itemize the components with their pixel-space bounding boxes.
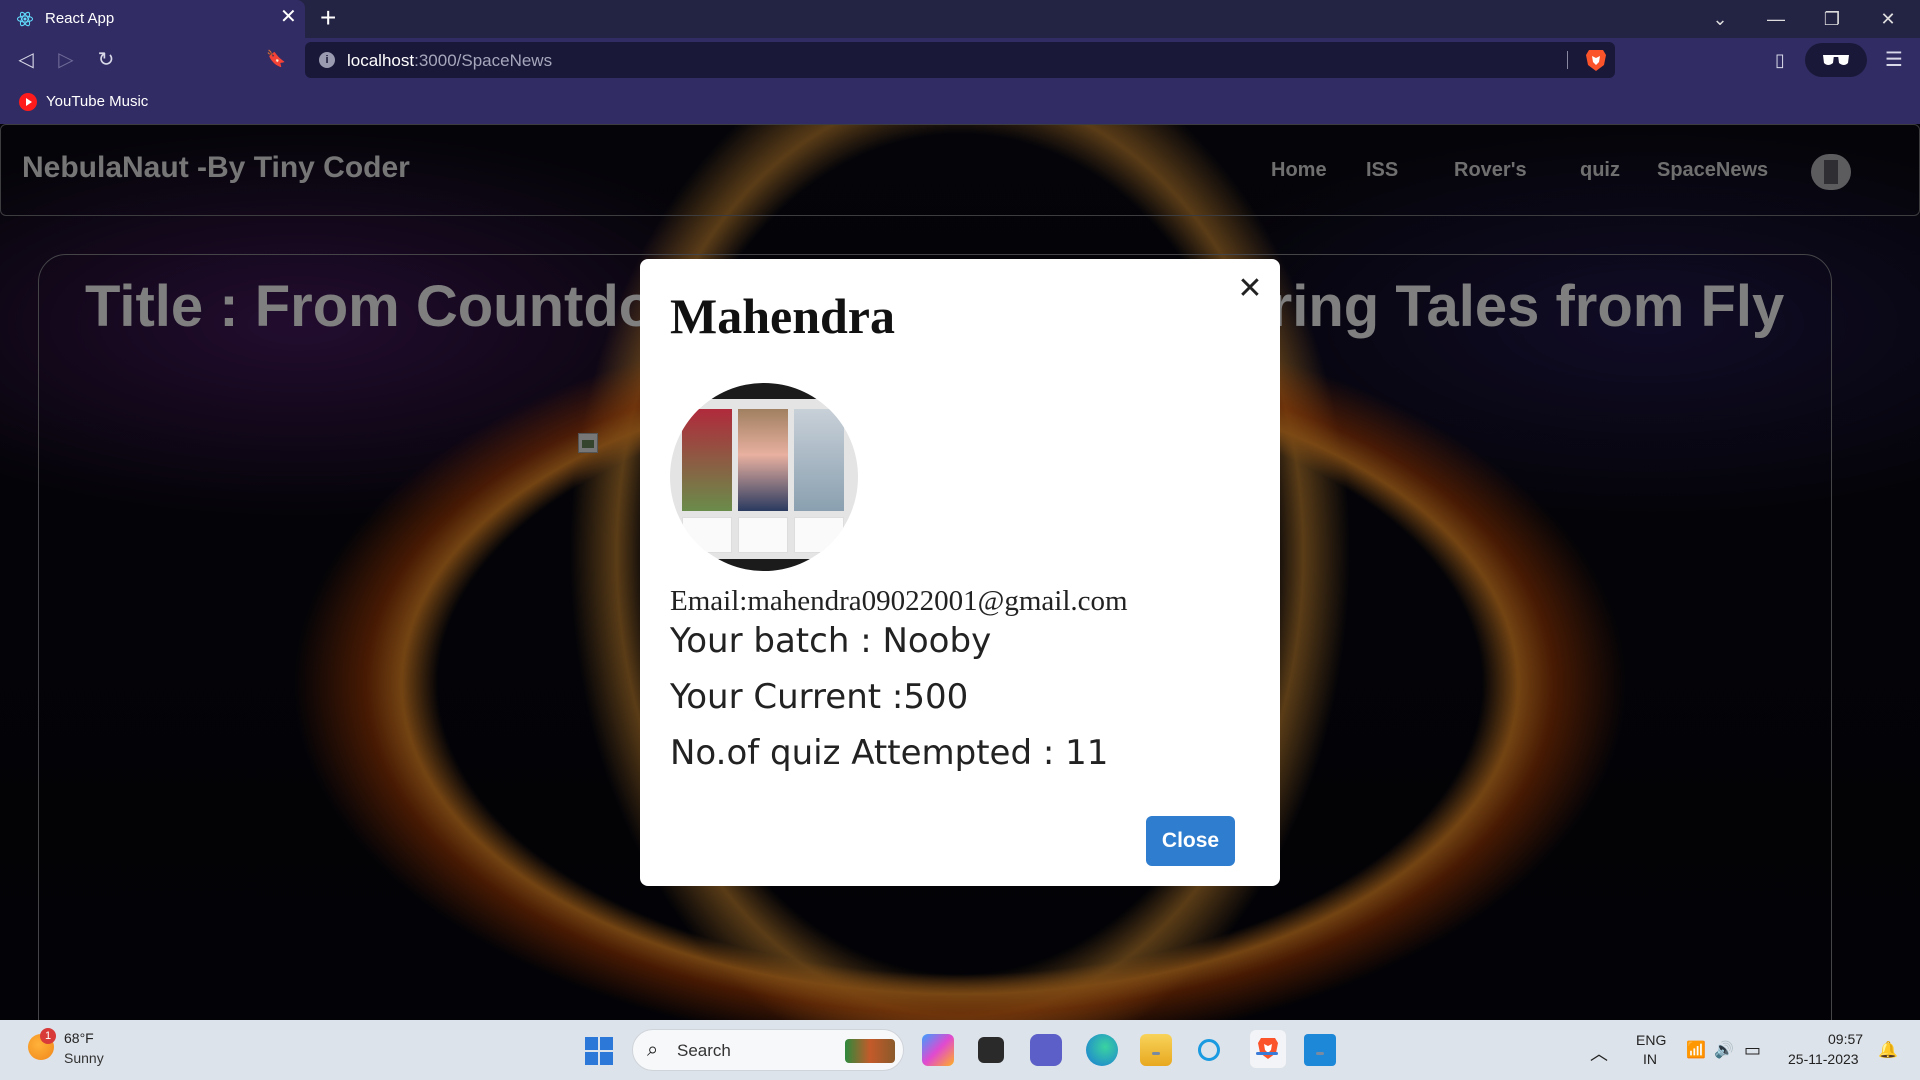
search-highlight-icon <box>845 1039 895 1063</box>
windows-taskbar: 1 68°F Sunny ⌕ Search ︿ ENG IN 📶 🔊 ▭ 09:… <box>0 1020 1920 1080</box>
profile-picture <box>670 383 858 571</box>
forward-icon[interactable]: ▷ <box>52 46 80 74</box>
youtube-music-icon <box>19 93 37 111</box>
browser-tab[interactable]: React App ✕ <box>0 0 305 38</box>
notification-icon[interactable]: 🔔 <box>1878 1040 1898 1060</box>
browser-toolbar: ◁ ▷ ↻ 🔖 i localhost:3000/SpaceNews ▯ ☰ <box>0 38 1920 82</box>
reload-icon[interactable]: ↻ <box>92 46 120 74</box>
tab-close-icon[interactable]: ✕ <box>280 7 297 27</box>
maximize-button[interactable]: ❐ <box>1804 0 1860 38</box>
copilot-icon[interactable] <box>922 1034 954 1066</box>
wifi-icon[interactable]: 📶 <box>1686 1040 1706 1060</box>
vscode-running-indicator <box>1316 1052 1324 1055</box>
brave-icon[interactable] <box>1585 48 1607 72</box>
explorer-running-indicator <box>1152 1052 1160 1055</box>
windows-icon[interactable] <box>585 1037 613 1065</box>
react-icon <box>16 11 34 27</box>
url-text: localhost:3000/SpaceNews <box>347 51 552 71</box>
file-explorer-icon[interactable] <box>1140 1034 1172 1066</box>
teams-icon[interactable] <box>1030 1034 1062 1066</box>
profile-picture-topbar <box>670 383 858 399</box>
cortana-icon[interactable] <box>1198 1039 1220 1061</box>
profile-picture-caption <box>682 517 732 553</box>
battery-icon[interactable]: ▭ <box>1744 1040 1761 1061</box>
profile-picture-panel <box>794 409 844 511</box>
tab-title: React App <box>45 10 115 27</box>
user-current-score: Your Current :500 <box>670 677 969 717</box>
bookmark-icon[interactable]: 🔖 <box>262 46 290 74</box>
profile-picture-caption <box>794 517 844 553</box>
menu-icon[interactable]: ☰ <box>1880 46 1908 74</box>
back-icon[interactable]: ◁ <box>12 46 40 74</box>
profile-picture-caption <box>738 517 788 553</box>
profile-picture-panel <box>682 409 732 511</box>
user-batch: Your batch : Nooby <box>670 621 992 661</box>
edge-icon[interactable] <box>1086 1034 1118 1066</box>
search-icon: ⌕ <box>647 1039 659 1061</box>
bookmarks-bar: YouTube Music <box>0 82 1920 124</box>
weather-badge: 1 <box>40 1028 56 1044</box>
brave-taskbar-icon <box>1258 1038 1278 1059</box>
search-label: Search <box>677 1041 731 1060</box>
brave-active-indicator <box>1256 1052 1278 1055</box>
language-bottom[interactable]: IN <box>1643 1051 1657 1067</box>
url-path: :3000/SpaceNews <box>414 51 553 70</box>
minimize-button[interactable]: — <box>1748 0 1804 38</box>
browser-tab-bar: React App ✕ + ⌄ — ❐ ✕ <box>0 0 1920 38</box>
volume-icon[interactable]: 🔊 <box>1714 1040 1734 1060</box>
task-view-icon[interactable] <box>978 1037 1004 1063</box>
glasses-icon <box>1823 55 1849 65</box>
site-info-icon[interactable]: i <box>319 52 335 68</box>
modal-user-name: Mahendra <box>670 288 895 344</box>
user-quiz-attempted: No.of quiz Attempted : 11 <box>670 733 1109 773</box>
weather-condition[interactable]: Sunny <box>64 1050 104 1066</box>
brave-wallet-pill[interactable] <box>1805 43 1867 77</box>
profile-modal: Mahendra ✕ Email:mahendra09022001@gmail.… <box>640 259 1280 886</box>
language-top[interactable]: ENG <box>1636 1032 1666 1048</box>
profile-picture-bottombar <box>670 559 858 571</box>
weather-temperature[interactable]: 68°F <box>64 1030 94 1046</box>
address-divider <box>1567 51 1568 69</box>
address-bar[interactable]: i localhost:3000/SpaceNews <box>305 42 1615 78</box>
clock-date[interactable]: 25-11-2023 <box>1788 1051 1859 1067</box>
clock-time[interactable]: 09:57 <box>1828 1031 1863 1047</box>
new-tab-button[interactable]: + <box>320 4 336 32</box>
sidebar-icon[interactable]: ▯ <box>1766 46 1794 74</box>
bookmark-youtube-music[interactable]: YouTube Music <box>46 93 148 110</box>
tray-chevron-icon[interactable]: ︿ <box>1590 1040 1608 1066</box>
url-host: localhost <box>347 51 415 70</box>
vscode-icon[interactable] <box>1304 1034 1336 1066</box>
user-email: Email:mahendra09022001@gmail.com <box>670 585 1128 617</box>
tab-list-icon[interactable]: ⌄ <box>1692 0 1748 38</box>
profile-picture-panel <box>738 409 788 511</box>
close-window-button[interactable]: ✕ <box>1860 0 1916 38</box>
taskbar-search[interactable]: ⌕ Search <box>632 1029 904 1071</box>
brave-taskbar-button[interactable] <box>1250 1030 1286 1068</box>
close-button[interactable]: Close <box>1146 816 1235 866</box>
modal-close-icon[interactable]: ✕ <box>1232 271 1268 307</box>
page-content: NebulaNaut -By Tiny Coder Home ISS Rover… <box>0 124 1920 1020</box>
